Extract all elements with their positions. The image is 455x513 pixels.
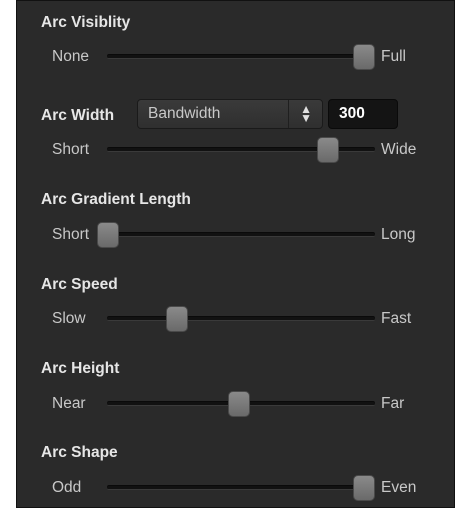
- arc-visibility-slider-track[interactable]: [107, 54, 375, 59]
- arc-height-min-label: Near: [52, 395, 86, 412]
- select-divider: [288, 100, 289, 128]
- arc-visibility-min-label: None: [52, 48, 90, 65]
- arc-gradient-length-slider-track[interactable]: [97, 232, 375, 237]
- arc-shape-slider-track[interactable]: [107, 485, 375, 490]
- arc-visibility-slider-thumb[interactable]: [353, 44, 375, 70]
- arc-width-min-label: Short: [52, 141, 90, 158]
- arc-gradient-length-slider-thumb[interactable]: [97, 222, 119, 248]
- updown-chevron-icon: ▲ ▼: [300, 102, 312, 125]
- arc-height-slider-thumb[interactable]: [227, 391, 250, 417]
- arc-shape-heading: Arc Shape: [41, 444, 118, 461]
- settings-panel: Arc Visiblity None Full Arc Width Bandwi…: [16, 0, 455, 508]
- arc-width-max-label: Wide: [381, 141, 417, 158]
- arc-width-number-input[interactable]: 300: [328, 99, 398, 129]
- arc-shape-max-label: Even: [381, 479, 417, 496]
- arc-height-max-label: Far: [381, 395, 405, 412]
- arc-shape-slider-thumb[interactable]: [353, 475, 375, 501]
- arc-speed-min-label: Slow: [52, 310, 86, 327]
- arc-width-slider-thumb[interactable]: [317, 137, 340, 163]
- arc-gradient-length-heading: Arc Gradient Length: [41, 191, 191, 208]
- arc-width-select[interactable]: Bandwidth ▲ ▼: [137, 99, 323, 129]
- arc-speed-slider-thumb[interactable]: [166, 306, 189, 332]
- arc-speed-max-label: Fast: [381, 310, 412, 327]
- arc-speed-heading: Arc Speed: [41, 276, 118, 293]
- arc-width-number-value: 300: [339, 105, 365, 122]
- arc-visibility-max-label: Full: [381, 48, 406, 65]
- arc-shape-min-label: Odd: [52, 479, 82, 496]
- arc-height-heading: Arc Height: [41, 360, 120, 377]
- arc-gradient-length-min-label: Short: [52, 226, 90, 243]
- arc-speed-slider-track[interactable]: [107, 316, 375, 321]
- arc-gradient-length-max-label: Long: [381, 226, 416, 243]
- arc-width-heading: Arc Width: [41, 107, 115, 124]
- arc-width-select-value: Bandwidth: [148, 105, 221, 122]
- arc-visibility-heading: Arc Visiblity: [41, 14, 131, 31]
